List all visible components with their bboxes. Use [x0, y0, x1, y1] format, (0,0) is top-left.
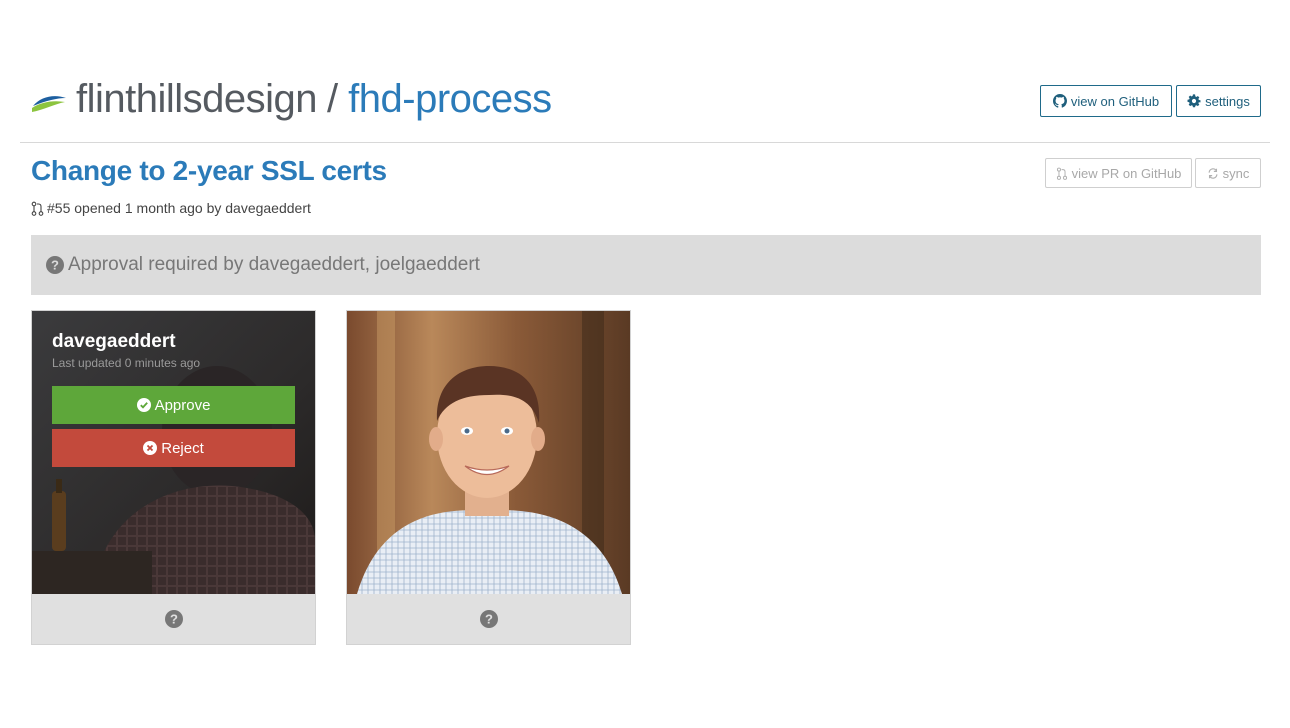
review-status: ? [347, 594, 630, 644]
sync-button[interactable]: sync [1195, 158, 1261, 188]
flinthills-logo-icon [32, 96, 66, 112]
reject-label: Reject [161, 439, 204, 457]
view-pr-on-github-button[interactable]: view PR on GitHub [1045, 158, 1192, 188]
svg-text:?: ? [170, 612, 178, 627]
repo-name[interactable]: fhd-process [348, 77, 552, 122]
svg-text:?: ? [51, 258, 59, 273]
github-icon [1052, 94, 1067, 108]
reject-button[interactable]: Reject [52, 429, 295, 467]
last-updated-text: Last updated 0 minutes ago [52, 356, 201, 370]
settings-label: settings [1205, 93, 1250, 109]
gear-icon [1187, 94, 1201, 108]
svg-text:?: ? [485, 612, 493, 627]
times-circle-icon [143, 441, 158, 455]
repo-owner[interactable]: flinthillsdesign [76, 77, 318, 122]
reviewer-card: ? [346, 310, 631, 645]
check-circle-icon [136, 398, 151, 412]
question-circle-icon: ? [164, 610, 183, 628]
repo-separator: / [327, 76, 339, 121]
reviewer-photo [347, 311, 630, 594]
pull-request-icon [1056, 167, 1067, 180]
pull-request-icon [31, 201, 44, 216]
reviewer-username: davegaeddert [52, 331, 176, 352]
avatar [347, 311, 630, 594]
pr-meta-text: #55 opened 1 month ago by davegaeddert [47, 200, 311, 216]
approve-button[interactable]: Approve [52, 386, 295, 424]
repo-header: flinthillsdesign / fhd-process [31, 74, 552, 124]
reviewer-card: davegaeddert Last updated 0 minutes ago … [31, 310, 316, 645]
header-divider [20, 142, 1270, 143]
refresh-icon [1208, 167, 1218, 179]
approval-status-banner: ? Approval required by davegaeddert, joe… [31, 235, 1261, 295]
view-on-github-button[interactable]: view on GitHub [1040, 85, 1172, 117]
view-pr-label: view PR on GitHub [1071, 165, 1182, 181]
approval-text: Approval required by davegaeddert, joelg… [68, 254, 480, 275]
pr-meta: #55 opened 1 month ago by davegaeddert [31, 200, 311, 216]
pr-title[interactable]: Change to 2-year SSL certs [31, 155, 387, 187]
review-status: ? [32, 594, 315, 644]
approve-label: Approve [154, 396, 211, 414]
view-on-github-label: view on GitHub [1070, 93, 1160, 109]
sync-label: sync [1222, 165, 1250, 181]
settings-button[interactable]: settings [1176, 85, 1261, 117]
question-circle-icon: ? [479, 610, 498, 628]
question-circle-icon: ? [46, 256, 64, 274]
